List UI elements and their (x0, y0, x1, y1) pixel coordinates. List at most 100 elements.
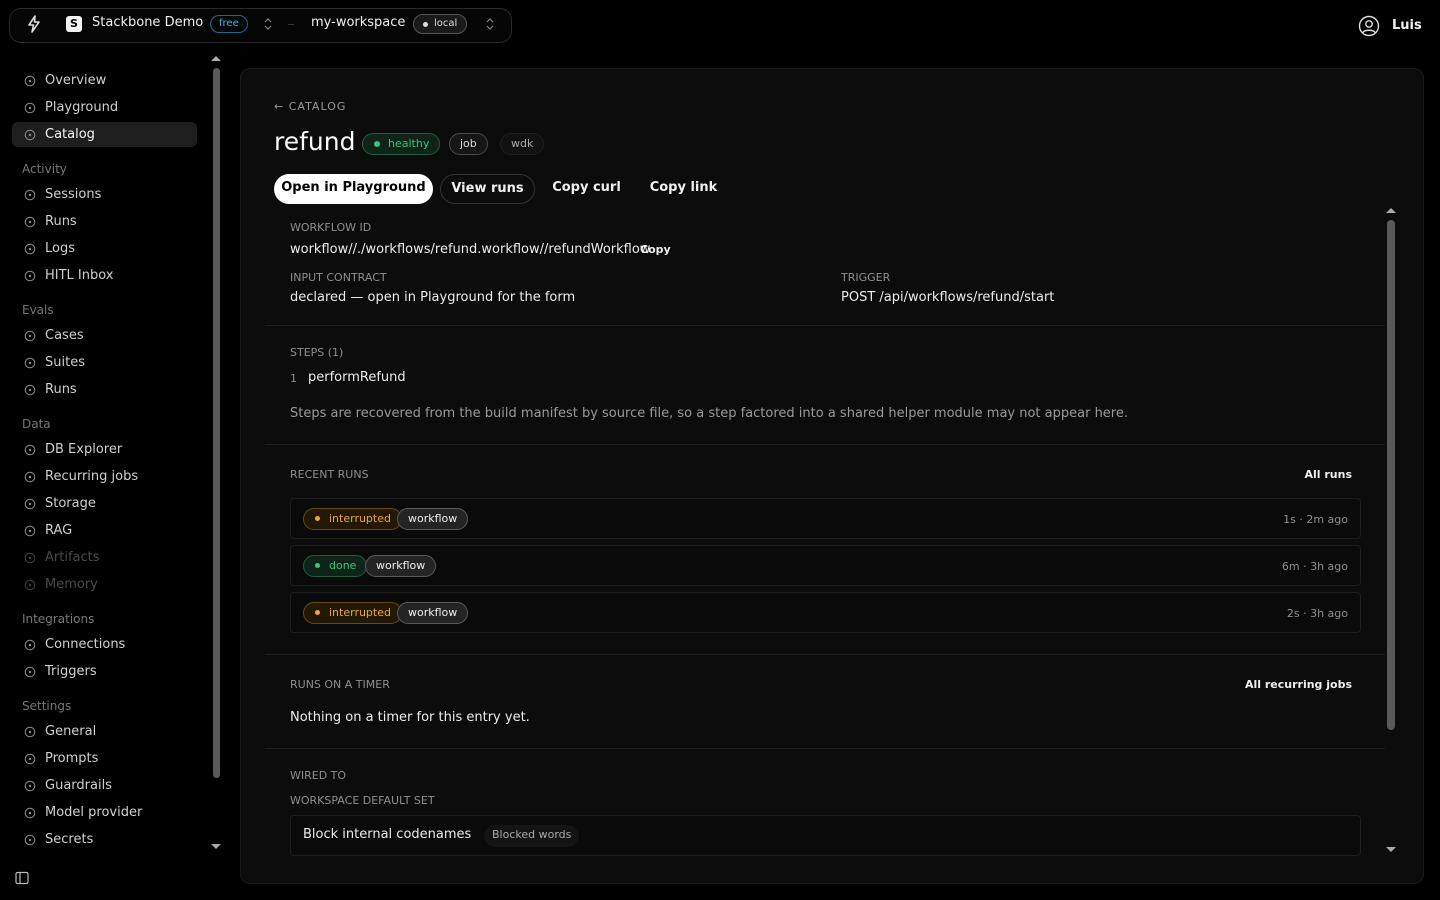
copy-workflow-id-button[interactable]: Copy (640, 243, 671, 256)
sidebar-item-rag[interactable]: RAG (12, 518, 197, 543)
run-row[interactable]: done workflow 6m · 3h ago (290, 545, 1361, 586)
sidebar-item-model-provider[interactable]: Model provider (12, 800, 197, 825)
plan-badge: free (210, 15, 248, 33)
sidebar-item-suites[interactable]: Suites (12, 350, 197, 375)
layers-icon (24, 357, 36, 369)
chart-icon (24, 384, 36, 396)
default-set-label: WORKSPACE DEFAULT SET (290, 794, 435, 807)
sidebar-item-label: General (45, 724, 97, 739)
back-to-catalog-link[interactable]: ← CATALOG (274, 100, 346, 113)
sidebar-item-general[interactable]: General (12, 719, 197, 744)
sidebar-item-prompts[interactable]: Prompts (12, 746, 197, 771)
sidebar-item-runs[interactable]: Runs (12, 209, 197, 234)
sidebar-item-label: DB Explorer (45, 442, 123, 457)
sidebar-item-label: Runs (45, 382, 77, 397)
sidebar-item-connections[interactable]: Connections (12, 632, 197, 657)
detail-scroll-area[interactable]: WORKFLOW ID workflow//./workflows/refund… (265, 206, 1385, 866)
sidebar-item-label: Artifacts (45, 550, 100, 565)
gear-icon (24, 726, 36, 738)
workflow-id-label: WORKFLOW ID (290, 221, 372, 234)
sidebar-toggle-icon[interactable] (15, 871, 29, 885)
sidebar-item-hitl-inbox[interactable]: HITL Inbox (12, 263, 197, 288)
bolt-logo-icon[interactable] (24, 14, 44, 34)
sidebar-item-sessions[interactable]: Sessions (12, 182, 197, 207)
sidebar-item-storage[interactable]: Storage (12, 491, 197, 516)
sidebar-item-triggers[interactable]: Triggers (12, 659, 197, 684)
scroll-up-arrow-icon[interactable] (1386, 208, 1396, 213)
copy-curl-button[interactable]: Copy curl (546, 174, 627, 204)
book-icon (24, 525, 36, 537)
step-name: performRefund (308, 370, 406, 385)
sidebar-item-label: Logs (45, 241, 75, 256)
guardrail-row[interactable]: Block internal codenames Blocked words (290, 815, 1361, 856)
document-icon (24, 243, 36, 255)
sidebar-group-title: Integrations (22, 612, 95, 626)
sidebar-item-cases[interactable]: Cases (12, 323, 197, 348)
sidebar-item-label: Playground (45, 100, 119, 115)
sidebar-scrollbar-thumb[interactable] (213, 68, 220, 778)
workflow-id-value: workflow//./workflows/refund.workflow//r… (290, 242, 651, 257)
details-section: WORKFLOW ID workflow//./workflows/refund… (265, 206, 1385, 326)
chevron-updown-icon[interactable] (262, 16, 274, 32)
user-circle-icon[interactable] (1358, 15, 1380, 37)
run-status-badge: interrupted (303, 508, 402, 530)
inbox-icon (24, 270, 36, 282)
sidebar-item-overview[interactable]: Overview (12, 68, 197, 93)
recent-runs-section: RECENT RUNS All runs interrupted workflow… (265, 445, 1385, 655)
org-name[interactable]: Stackbone Demo (92, 15, 203, 30)
copy-link-button[interactable]: Copy link (641, 174, 726, 204)
sidebar-group-title: Activity (22, 162, 67, 176)
sidebar-item-playground[interactable]: Playground (12, 95, 197, 120)
steps-section: STEPS (1) 1 performRefund Steps are reco… (265, 326, 1385, 445)
sidebar-item-recurring-jobs[interactable]: Recurring jobs (12, 464, 197, 489)
zap-icon (24, 666, 36, 678)
page-title: refund (274, 127, 356, 156)
step-number: 1 (290, 372, 297, 385)
sidebar-group-title: Settings (22, 699, 72, 713)
sidebar-item-logs[interactable]: Logs (12, 236, 197, 261)
sidebar-group-title: Data (22, 417, 51, 431)
sidebar-item-label: Sessions (45, 187, 102, 202)
sidebar-item-runs[interactable]: Runs (12, 377, 197, 402)
env-badge: local (413, 14, 468, 34)
sidebar-item-catalog[interactable]: Catalog (12, 122, 197, 147)
clock-icon (24, 471, 36, 483)
users-icon (24, 129, 36, 141)
check-circle-icon (24, 216, 36, 228)
sidebar-item-secrets[interactable]: Secrets (12, 827, 197, 852)
sidebar-item-label: Recurring jobs (45, 469, 139, 484)
scroll-down-arrow-icon[interactable] (1386, 847, 1396, 852)
run-kind-badge: workflow (397, 602, 469, 624)
all-recurring-jobs-link[interactable]: All recurring jobs (1245, 678, 1352, 691)
sidebar: Overview Playground Catalog Activity Session… (0, 60, 230, 860)
sidebar-item-label: Guardrails (45, 778, 112, 793)
scroll-down-arrow-icon[interactable] (211, 844, 221, 849)
workspace-name[interactable]: my-workspace (311, 15, 405, 30)
open-in-playground-button[interactable]: Open in Playground (274, 174, 433, 204)
input-contract-label: INPUT CONTRACT (290, 271, 387, 284)
all-runs-link[interactable]: All runs (1304, 468, 1352, 481)
chevron-updown-icon[interactable] (484, 16, 496, 32)
scroll-up-arrow-icon[interactable] (211, 56, 221, 61)
status-badge: healthy (362, 133, 441, 155)
sidebar-item-label: Runs (45, 214, 77, 229)
top-bar: S Stackbone Demo free my-workspace local… (0, 0, 1440, 52)
run-row[interactable]: interrupted workflow 1s · 2m ago (290, 498, 1361, 539)
wired-to-section: WIRED TO WORKSPACE DEFAULT SET Block int… (265, 749, 1385, 866)
sidebar-item-guardrails[interactable]: Guardrails (12, 773, 197, 798)
trigger-label: TRIGGER (841, 271, 891, 284)
sidebar-item-label: Connections (45, 637, 126, 652)
separator (288, 24, 294, 25)
kind-badge: job (449, 133, 488, 155)
sidebar-item-label: Model provider (45, 805, 143, 820)
content-scrollbar-thumb[interactable] (1387, 220, 1395, 730)
shield-icon (24, 780, 36, 792)
sidebar-item-label: Secrets (45, 832, 94, 847)
timers-empty-text: Nothing on a timer for this entry yet. (290, 710, 530, 725)
run-row[interactable]: interrupted workflow 2s · 3h ago (290, 592, 1361, 633)
list-icon (24, 189, 36, 201)
sidebar-item-db-explorer[interactable]: DB Explorer (12, 437, 197, 462)
view-runs-button[interactable]: View runs (440, 174, 535, 204)
user-name[interactable]: Luis (1392, 18, 1422, 33)
trigger-value: POST /api/workflows/refund/start (841, 290, 1055, 305)
